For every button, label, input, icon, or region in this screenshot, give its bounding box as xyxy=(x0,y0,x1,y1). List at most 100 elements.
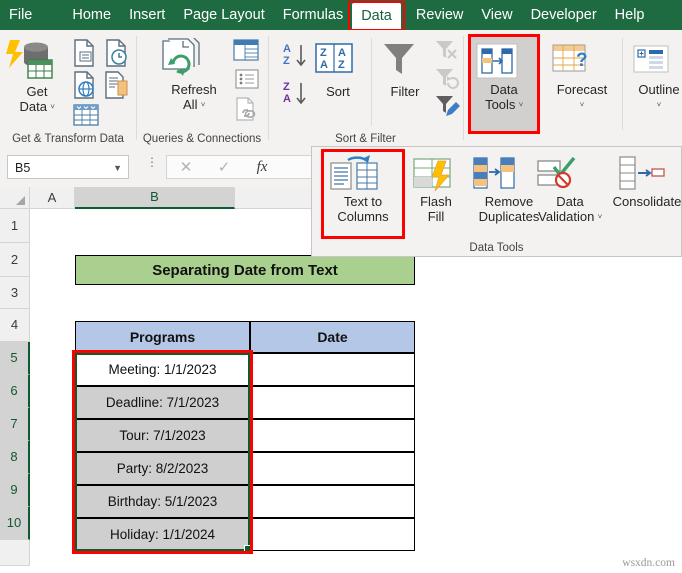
advanced-filter-button[interactable] xyxy=(434,94,460,118)
column-header-b-label: B xyxy=(150,189,159,204)
ribbon-group-queries-connections: Refresh All ⱽ Queries & Connections xyxy=(137,30,267,147)
tab-insert[interactable]: Insert xyxy=(120,0,174,30)
cell-c10[interactable] xyxy=(250,518,415,551)
row-header-6[interactable]: 6 xyxy=(0,375,30,408)
tab-page-layout-label: Page Layout xyxy=(183,7,265,23)
row-header-10[interactable]: 10 xyxy=(0,507,30,540)
row-header-1[interactable]: 1 xyxy=(0,209,30,243)
data-tools-button[interactable]: Data Tools ⱽ xyxy=(474,40,534,114)
header-programs-text: Programs xyxy=(129,329,196,345)
formula-bar-grip[interactable]: ⋮ xyxy=(146,156,158,168)
row-header-1-label: 1 xyxy=(10,218,19,233)
filter-button[interactable]: Filter xyxy=(379,40,431,99)
cell-header-programs[interactable]: Programs xyxy=(75,321,250,353)
data-validation-button[interactable]: Data Validation ⱽ xyxy=(530,153,610,226)
text-to-columns-button[interactable]: Text to Columns xyxy=(326,153,400,224)
data-tools-chevron-down-icon[interactable]: ⱽ xyxy=(519,101,523,111)
tab-developer[interactable]: Developer xyxy=(522,0,606,30)
get-data-label-2: Data xyxy=(19,99,47,114)
name-box-chevron-down-icon[interactable]: ▼ xyxy=(113,156,122,180)
data-tools-group-label: Data Tools xyxy=(469,242,524,254)
cell-title-merged[interactable]: Separating Date from Text xyxy=(75,255,415,285)
refresh-all-button[interactable]: Refresh All ⱽ xyxy=(159,38,229,114)
row-header-5[interactable]: 5 xyxy=(0,342,30,375)
forecast-chevron-down-icon[interactable]: ⱽ xyxy=(580,101,584,111)
tab-home[interactable]: Home xyxy=(63,0,120,30)
outline-icon xyxy=(630,40,682,82)
ribbon-group-label-queries: Queries & Connections xyxy=(142,133,262,145)
cell-b6-text: Deadline: 7/1/2023 xyxy=(105,395,220,410)
sort-a-to-z-icon: A Z xyxy=(281,40,309,70)
flash-fill-button[interactable]: Flash Fill xyxy=(408,153,464,224)
cell-header-date[interactable]: Date xyxy=(250,321,415,353)
sort-button[interactable]: Z A A Z Sort xyxy=(313,40,363,99)
cancel-icon[interactable]: ✕ xyxy=(167,158,205,176)
from-recent-sources-button[interactable] xyxy=(104,38,130,68)
column-header-a[interactable]: A xyxy=(30,187,75,209)
ribbon-divider-sortfilter-inner xyxy=(371,38,372,126)
cell-area: Separating Date from Text Programs Date … xyxy=(30,209,682,573)
document-globe-icon xyxy=(72,70,98,100)
enter-icon[interactable]: ✓ xyxy=(205,158,243,176)
sort-descending-button[interactable]: Z A xyxy=(281,78,309,108)
consolidate-button[interactable]: Consolidate xyxy=(612,153,682,209)
get-data-chevron-down-icon[interactable]: ⱽ xyxy=(51,103,55,113)
cell-b10-text: Holiday: 1/1/2024 xyxy=(109,527,216,542)
name-box[interactable]: B5 ▼ xyxy=(7,155,129,179)
tab-review[interactable]: Review xyxy=(407,0,473,30)
select-all-corner-button[interactable] xyxy=(0,187,30,209)
edit-links-button[interactable] xyxy=(234,96,260,122)
from-web-button[interactable] xyxy=(72,70,98,100)
tab-formulas[interactable]: Formulas xyxy=(274,0,352,30)
clear-filter-button[interactable] xyxy=(434,38,460,62)
row-header-6-label: 6 xyxy=(10,383,18,398)
remove-duplicates-label-1: Remove xyxy=(484,194,534,209)
cell-b7[interactable]: Tour: 7/1/2023 xyxy=(75,419,250,452)
sort-ascending-button[interactable]: A Z xyxy=(281,40,309,70)
reapply-filter-button[interactable] xyxy=(434,66,460,90)
queries-pane-icon xyxy=(232,38,260,62)
from-text-csv-button[interactable] xyxy=(72,38,98,68)
clear-filter-icon xyxy=(434,38,460,62)
tab-data[interactable]: Data xyxy=(348,1,405,31)
data-validation-icon xyxy=(530,153,610,193)
tab-formulas-label: Formulas xyxy=(282,7,344,23)
forecast-button[interactable]: ? Forecast ⱽ xyxy=(548,40,616,114)
cell-c8[interactable] xyxy=(250,452,415,485)
row-header-7[interactable]: 7 xyxy=(0,408,30,441)
tab-help[interactable]: Help xyxy=(606,0,654,30)
insert-function-icon[interactable]: fx xyxy=(243,159,281,176)
tab-view[interactable]: View xyxy=(472,0,521,30)
refresh-all-chevron-down-icon[interactable]: ⱽ xyxy=(201,101,205,111)
cell-b8[interactable]: Party: 8/2/2023 xyxy=(75,452,250,485)
properties-button[interactable] xyxy=(234,68,260,90)
column-header-a-label: A xyxy=(47,190,57,205)
outline-chevron-down-icon[interactable]: ⱽ xyxy=(657,101,661,111)
cell-b10[interactable]: Holiday: 1/1/2024 xyxy=(75,518,250,551)
row-header-2[interactable]: 2 xyxy=(0,243,30,277)
row-header-9[interactable]: 9 xyxy=(0,474,30,507)
tab-view-label: View xyxy=(481,7,513,23)
cell-b9[interactable]: Birthday: 5/1/2023 xyxy=(75,485,250,518)
column-header-b[interactable]: B xyxy=(75,187,235,209)
queries-and-connections-button[interactable] xyxy=(232,38,260,62)
tab-file[interactable]: File xyxy=(0,0,41,30)
cell-b6[interactable]: Deadline: 7/1/2023 xyxy=(75,386,250,419)
row-header-4-label: 4 xyxy=(10,317,19,332)
data-validation-chevron-down-icon[interactable]: ⱽ xyxy=(598,213,602,223)
get-data-button[interactable]: Get Data ⱽ xyxy=(6,38,68,116)
cell-c5[interactable] xyxy=(250,353,415,386)
outline-button[interactable]: Outline ⱽ xyxy=(630,40,682,114)
cell-c9[interactable] xyxy=(250,485,415,518)
row-header-3[interactable]: 3 xyxy=(0,277,30,309)
existing-connections-button[interactable] xyxy=(72,102,100,128)
from-table-range-button[interactable] xyxy=(104,70,130,100)
cell-c6[interactable] xyxy=(250,386,415,419)
tab-page-layout[interactable]: Page Layout xyxy=(174,0,273,30)
row-header-8[interactable]: 8 xyxy=(0,441,30,474)
row-header-4[interactable]: 4 xyxy=(0,309,30,342)
cell-c7[interactable] xyxy=(250,419,415,452)
cell-b5[interactable]: Meeting: 1/1/2023 xyxy=(75,353,250,386)
tab-data-label: Data xyxy=(361,8,392,24)
refresh-all-icon xyxy=(159,38,229,82)
